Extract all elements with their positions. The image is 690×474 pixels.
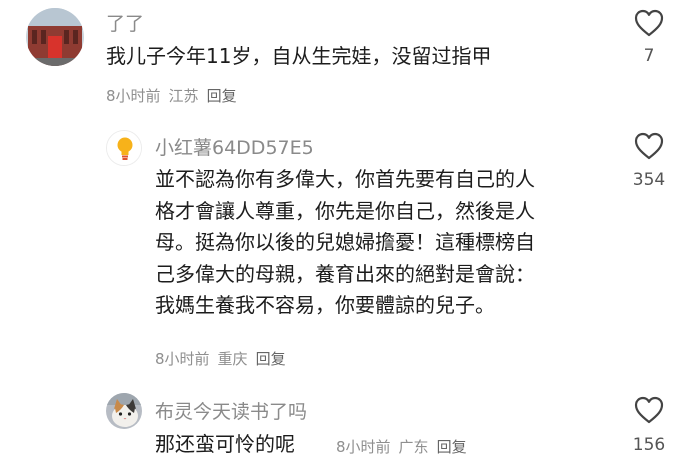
comment-username[interactable]: 布灵今天读书了吗 (155, 397, 307, 424)
reply-button[interactable]: 回复 (437, 438, 467, 456)
avatar-bulb-image (107, 131, 141, 165)
reply-button[interactable]: 回复 (207, 87, 237, 105)
comment-text: 並不認為你有多偉大，你首先要有自己的人 格才會讓人尊重，你先是你自己，然後是人 … (155, 164, 535, 322)
comment-text-line: 格才會讓人尊重，你先是你自己，然後是人 (155, 198, 535, 223)
comment-username[interactable]: 了了 (106, 9, 144, 36)
comment-location: 广东 (398, 438, 429, 456)
comment-text-line: 並不認為你有多偉大，你首先要有自己的人 (155, 167, 535, 191)
avatar-cat-image (106, 393, 142, 429)
comment-location: 重庆 (217, 350, 248, 368)
comment-text-line: 母。挺為你以後的兒媳婦擔憂！這種標榜自 (155, 230, 535, 254)
like-count: 156 (632, 435, 666, 455)
avatar[interactable] (106, 393, 142, 429)
like-count: 7 (643, 46, 655, 66)
comment-time: 8小时前 (336, 438, 391, 456)
comment-text-line: 我儿子今年11岁，自从生完娃，没留过指甲 (106, 44, 492, 68)
comment-time: 8小时前 (106, 87, 161, 105)
avatar[interactable] (26, 8, 84, 66)
comment-time: 8小时前 (155, 350, 210, 368)
comment-text: 那还蛮可怜的呢 (155, 429, 295, 461)
comment-location: 江苏 (168, 87, 199, 105)
like-heart-icon[interactable] (634, 9, 664, 37)
like-heart-icon[interactable] (634, 132, 664, 160)
avatar-image (26, 8, 84, 66)
comment-text-line: 己多偉大的母親，養育出來的絕對是會說： (155, 261, 535, 286)
comment-meta: 8小时前 江苏 回复 (106, 85, 245, 106)
comment-text-line: 那还蛮可怜的呢 (155, 432, 295, 456)
comment-meta: 8小时前 广东 回复 (336, 436, 475, 457)
like-heart-icon[interactable] (634, 396, 664, 424)
comment-text: 我儿子今年11岁，自从生完娃，没留过指甲 (106, 41, 491, 73)
reply-button[interactable]: 回复 (256, 350, 286, 368)
like-count: 354 (632, 170, 666, 190)
comment-meta: 8小时前 重庆 回复 (155, 348, 294, 369)
avatar[interactable] (106, 130, 142, 166)
comment-text-line: 我媽生養我不容易，你要體諒的兒子。 (155, 293, 495, 317)
comment-username[interactable]: 小红薯64DD57E5 (155, 133, 314, 160)
